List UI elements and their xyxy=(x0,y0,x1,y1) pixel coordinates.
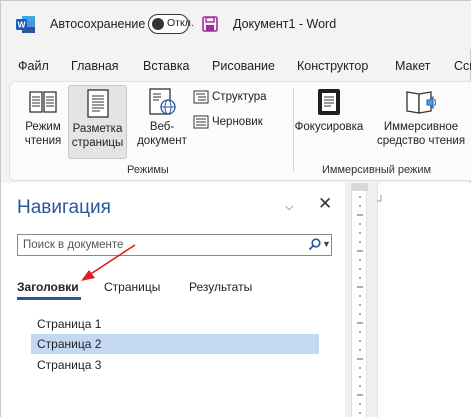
focus-icon xyxy=(318,89,340,115)
focus-button[interactable]: Фокусировка xyxy=(293,88,365,156)
outline-button[interactable]: Структура xyxy=(193,90,267,104)
navigation-pane: Навигация ⌵ ✕ ▼ Заголовки Страницы Резул… xyxy=(1,183,345,417)
tab-insert[interactable]: Вставка xyxy=(143,59,189,73)
close-icon[interactable]: ✕ xyxy=(318,194,332,214)
read-mode-button[interactable]: Режим чтения xyxy=(16,88,70,156)
active-tab-underline xyxy=(17,297,81,300)
web-layout-button[interactable]: Веб- документ xyxy=(134,88,190,156)
document-page[interactable] xyxy=(377,183,471,417)
immersive-reader-label: Иммерсивное средство чтения xyxy=(376,121,466,147)
web-page-icon xyxy=(149,88,176,115)
immersive-reader-button[interactable]: Иммерсивное средство чтения xyxy=(372,88,470,156)
navigation-title: Навигация xyxy=(17,197,111,218)
margin-corner-mark xyxy=(377,195,382,202)
page-layout-icon xyxy=(86,89,109,118)
vertical-ruler xyxy=(351,183,368,417)
views-group-label: Режимы xyxy=(127,164,169,176)
draft-label: Черновик xyxy=(212,116,263,129)
print-layout-button[interactable]: Разметка страницы xyxy=(68,85,127,159)
search-icon[interactable] xyxy=(308,238,321,251)
tab-pages[interactable]: Страницы xyxy=(104,280,160,294)
heading-item[interactable]: Страница 1 xyxy=(31,314,319,334)
autosave-toggle-text: Откл. xyxy=(167,17,194,29)
book-open-icon xyxy=(29,91,57,113)
outline-icon xyxy=(193,90,209,104)
draft-icon xyxy=(193,115,209,129)
autosave-label: Автосохранение xyxy=(50,17,146,31)
tab-draw[interactable]: Рисование xyxy=(212,59,275,73)
tab-layout[interactable]: Макет xyxy=(395,59,430,73)
toggle-knob xyxy=(152,18,164,30)
search-field[interactable]: ▼ xyxy=(17,234,332,256)
word-logo-icon: W xyxy=(16,16,35,33)
tab-file[interactable]: Файл xyxy=(18,59,49,73)
read-mode-label: Режим чтения xyxy=(24,121,62,147)
draft-button[interactable]: Черновик xyxy=(193,115,263,129)
ruler-ticks xyxy=(352,183,368,414)
immersive-group-label: Иммерсивный режим xyxy=(322,164,432,176)
tab-results[interactable]: Результаты xyxy=(189,280,252,294)
tab-home[interactable]: Главная xyxy=(71,59,119,73)
heading-item[interactable]: Страница 3 xyxy=(31,355,319,375)
heading-item[interactable]: Страница 2 xyxy=(31,334,319,354)
svg-text:W: W xyxy=(17,20,26,30)
immersive-reader-icon xyxy=(406,91,436,114)
search-options-chevron-icon[interactable]: ▼ xyxy=(322,239,331,249)
word-window: W Автосохранение Откл. Документ1 - Word … xyxy=(0,0,471,417)
chevron-down-icon[interactable]: ⌵ xyxy=(285,201,293,214)
print-layout-label: Разметка страницы xyxy=(71,123,124,149)
tab-references[interactable]: Ссы xyxy=(454,59,471,73)
search-input[interactable] xyxy=(23,237,293,253)
tab-design[interactable]: Конструктор xyxy=(297,59,368,73)
document-area xyxy=(345,183,471,417)
title-bar: W Автосохранение Откл. Документ1 - Word xyxy=(1,1,471,49)
ribbon-view: Режим чтения Разметка страницы Веб- доку… xyxy=(9,81,471,181)
autosave-toggle[interactable]: Откл. xyxy=(148,14,194,34)
tab-headings[interactable]: Заголовки xyxy=(17,280,79,294)
focus-label: Фокусировка xyxy=(294,121,364,133)
outline-label: Структура xyxy=(212,91,267,104)
web-layout-label: Веб- документ xyxy=(137,121,187,147)
document-title: Документ1 - Word xyxy=(233,17,337,31)
ribbon-tabs: Файл Главная Вставка Рисование Конструкт… xyxy=(1,49,471,81)
save-icon[interactable] xyxy=(202,16,218,32)
